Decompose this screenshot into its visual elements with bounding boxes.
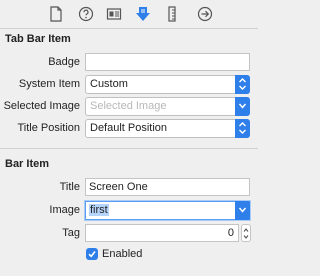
system-item-label: System Item bbox=[18, 78, 80, 90]
section-divider bbox=[0, 148, 258, 149]
selected-image-combo[interactable]: Selected Image bbox=[85, 97, 250, 116]
title-position-popup[interactable]: Default Position bbox=[85, 119, 250, 138]
image-label: Image bbox=[49, 204, 80, 216]
chevron-down-icon bbox=[235, 97, 250, 116]
title-position-value: Default Position bbox=[90, 122, 168, 134]
selected-image-placeholder: Selected Image bbox=[90, 100, 167, 112]
size-ruler-icon[interactable] bbox=[167, 6, 183, 22]
enabled-label: Enabled bbox=[102, 248, 143, 260]
image-value: first bbox=[89, 204, 109, 216]
inspector-toolbar bbox=[0, 0, 258, 29]
title-position-label: Title Position bbox=[17, 122, 80, 134]
connections-icon[interactable] bbox=[197, 6, 213, 22]
badge-label: Badge bbox=[48, 56, 80, 68]
title-field[interactable]: Screen One bbox=[85, 178, 250, 196]
chevron-down-icon[interactable] bbox=[235, 201, 250, 220]
up-down-chevron-icon bbox=[235, 75, 250, 94]
help-icon[interactable] bbox=[78, 6, 94, 22]
up-down-chevron-icon bbox=[235, 119, 250, 138]
tab-bar-item-section-title: Tab Bar Item bbox=[5, 33, 71, 45]
selected-image-label: Selected Image bbox=[3, 100, 80, 112]
enabled-checkbox[interactable] bbox=[86, 248, 98, 260]
identity-icon[interactable] bbox=[106, 6, 122, 22]
tag-stepper[interactable] bbox=[241, 224, 251, 242]
badge-field[interactable] bbox=[85, 53, 250, 71]
title-label: Title bbox=[59, 181, 80, 193]
bar-item-section-title: Bar Item bbox=[5, 158, 50, 170]
tag-label: Tag bbox=[62, 227, 80, 239]
tag-field[interactable]: 0 bbox=[85, 224, 239, 242]
system-item-popup[interactable]: Custom bbox=[85, 75, 250, 94]
file-icon[interactable] bbox=[49, 6, 65, 22]
system-item-value: Custom bbox=[90, 78, 128, 90]
attributes-icon[interactable] bbox=[135, 6, 151, 22]
image-combo[interactable]: first bbox=[85, 201, 250, 220]
